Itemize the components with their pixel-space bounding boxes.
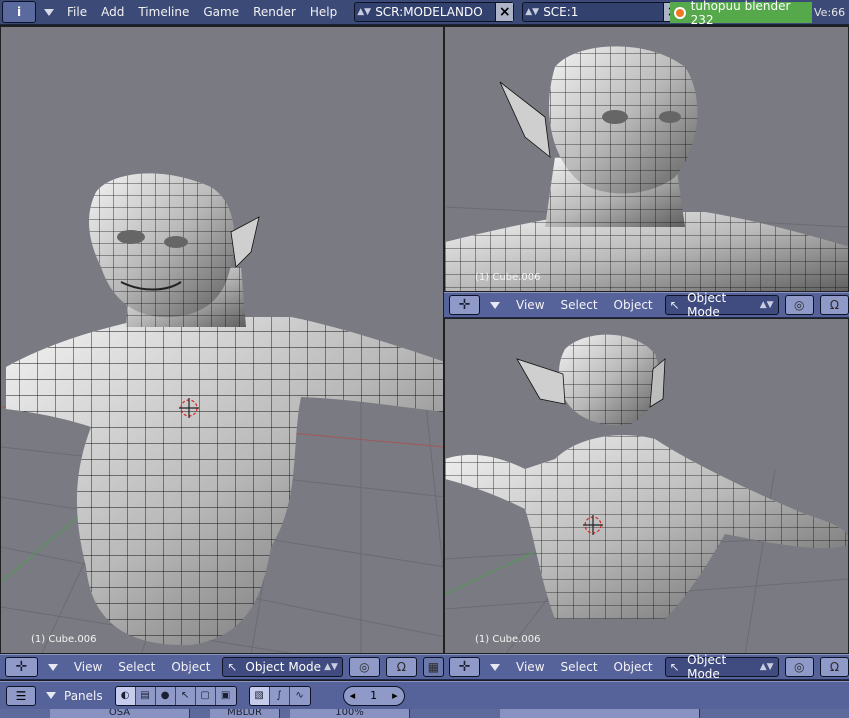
view3d-header-main: ✛ View Select Object ↖ Object Mode ▲▼ ◎ … <box>0 654 444 680</box>
mesh-head-back <box>516 334 666 426</box>
percent-button[interactable]: 100% <box>290 709 410 718</box>
panels-label[interactable]: Panels <box>62 689 111 703</box>
menu-file[interactable]: File <box>60 5 94 19</box>
shading-icon[interactable]: ● <box>155 686 176 705</box>
frame-value[interactable]: 1 <box>370 689 377 702</box>
magnet-icon[interactable]: Ω <box>819 657 849 677</box>
menu-view[interactable]: View <box>508 298 552 312</box>
logic-icon[interactable]: ◐ <box>115 686 136 705</box>
mode-selector[interactable]: ↖ Object Mode ▲▼ <box>222 657 343 677</box>
sound-icon[interactable]: ∿ <box>289 686 310 705</box>
magnet-icon[interactable]: Ω <box>819 295 849 315</box>
menu-collapse-icon[interactable] <box>44 8 54 16</box>
pivot-icon[interactable]: ◎ <box>784 657 814 677</box>
menu-render[interactable]: Render <box>246 5 303 19</box>
mesh-body <box>6 317 443 646</box>
up-down-arrow-icon[interactable]: ▲▼ <box>760 300 774 310</box>
crosshair-icon[interactable]: ✛ <box>449 295 481 315</box>
menu-game[interactable]: Game <box>196 5 246 19</box>
up-down-arrow-icon[interactable]: ▲▼ <box>355 7 373 17</box>
pivot-icon[interactable]: ◎ <box>784 295 814 315</box>
view3d-header-top-right: ✛ View Select Object ↖ Object Mode ▲▼ ◎ … <box>444 291 849 319</box>
view3d-header-bottom-right: ✛ View Select Object ↖ Object Mode ▲▼ ◎ … <box>444 653 849 681</box>
crosshair-icon[interactable]: ✛ <box>5 657 38 677</box>
menu-view[interactable]: View <box>508 660 552 674</box>
viewport-bottom-right[interactable]: (1) Cube.006 <box>444 318 849 654</box>
info-icon[interactable]: i <box>2 1 36 23</box>
anim-icon[interactable]: ∫ <box>269 686 290 705</box>
menu-object[interactable]: Object <box>163 660 218 674</box>
menu-select[interactable]: Select <box>553 660 606 674</box>
object-mode-icon: ↖ <box>669 298 680 312</box>
object-mode-icon: ↖ <box>669 660 680 674</box>
chevron-left-icon[interactable]: ◂ <box>350 689 356 702</box>
object-label: (1) Cube.006 <box>31 634 97 645</box>
up-down-arrow-icon[interactable]: ▲▼ <box>760 662 774 672</box>
close-icon[interactable]: × <box>495 3 514 21</box>
app-title: tuhopuu blender 232 <box>690 0 791 27</box>
scene-icon[interactable]: ▣ <box>215 686 236 705</box>
top-menu-bar: i File Add Timeline Game Render Help ▲▼ … <box>0 0 849 27</box>
pivot-icon[interactable]: ◎ <box>348 657 380 677</box>
mblur-button[interactable]: MBLUR <box>210 709 280 718</box>
editing-icon[interactable]: ▢ <box>195 686 216 705</box>
menu-view[interactable]: View <box>66 660 110 674</box>
mode-label[interactable]: Object Mode <box>687 653 760 681</box>
viewport-main[interactable]: (1) Cube.006 <box>0 26 444 654</box>
sub-context-buttons: ▧ ∫ ∿ <box>248 685 311 706</box>
app-title-badge: tuhopuu blender 232 <box>670 0 812 27</box>
layers-icon[interactable]: ▦ <box>422 657 444 677</box>
chevron-right-icon[interactable]: ▸ <box>392 689 398 702</box>
script-icon[interactable]: ▤ <box>135 686 156 705</box>
menu-select[interactable]: Select <box>553 298 606 312</box>
blender-logo-icon <box>674 6 686 19</box>
render-icon[interactable]: ▧ <box>249 686 270 705</box>
viewport-canvas[interactable] <box>445 27 849 292</box>
footer-field[interactable] <box>500 709 700 718</box>
buttons-footer-strip: OSA MBLUR 100% <box>0 709 849 718</box>
mode-selector[interactable]: ↖ Object Mode ▲▼ <box>664 291 779 319</box>
object-mode-icon: ↖ <box>227 660 238 674</box>
menu-timeline[interactable]: Timeline <box>131 5 196 19</box>
frame-number-field[interactable]: ◂ 1 ▸ <box>342 685 405 706</box>
menu-select[interactable]: Select <box>110 660 163 674</box>
object-label: (1) Cube.006 <box>475 272 541 283</box>
menu-collapse-icon[interactable] <box>46 692 56 699</box>
menu-collapse-icon[interactable] <box>490 301 501 309</box>
object-icon[interactable]: ↖ <box>175 686 196 705</box>
context-buttons: ◐ ▤ ● ↖ ▢ ▣ <box>114 685 237 706</box>
menu-object[interactable]: Object <box>606 298 661 312</box>
viewport-canvas[interactable] <box>445 319 849 654</box>
magnet-icon[interactable]: Ω <box>385 657 417 677</box>
viewport-top-right[interactable]: (1) Cube.006 <box>444 26 849 292</box>
crosshair-icon[interactable]: ✛ <box>449 657 481 677</box>
screen-name[interactable]: SCR:MODELANDO <box>373 5 495 19</box>
object-label: (1) Cube.006 <box>475 634 541 645</box>
menu-object[interactable]: Object <box>606 660 661 674</box>
up-down-arrow-icon[interactable]: ▲▼ <box>523 7 541 17</box>
mode-label[interactable]: Object Mode <box>687 291 760 319</box>
mode-selector[interactable]: ↖ Object Mode ▲▼ <box>664 653 779 681</box>
buttons-editor-icon[interactable]: ☰ <box>6 685 36 706</box>
menu-add[interactable]: Add <box>94 5 131 19</box>
version-label: Ve:66 <box>814 6 846 19</box>
menu-collapse-icon[interactable] <box>47 663 58 671</box>
scene-name[interactable]: SCE:1 <box>541 5 663 19</box>
up-down-arrow-icon[interactable]: ▲▼ <box>324 662 338 672</box>
viewport-canvas[interactable] <box>1 27 444 654</box>
menu-help[interactable]: Help <box>303 5 344 19</box>
screen-selector[interactable]: ▲▼ SCR:MODELANDO × <box>354 2 515 22</box>
mesh-back-body <box>445 435 848 619</box>
menu-collapse-icon[interactable] <box>490 663 501 671</box>
mode-label[interactable]: Object Mode <box>245 660 321 674</box>
osa-button[interactable]: OSA <box>50 709 190 718</box>
scene-selector[interactable]: ▲▼ SCE:1 × <box>522 2 683 22</box>
buttons-window-header: ☰ Panels ◐ ▤ ● ↖ ▢ ▣ ▧ ∫ ∿ ◂ 1 ▸ <box>0 681 849 709</box>
mesh-head <box>499 46 698 194</box>
